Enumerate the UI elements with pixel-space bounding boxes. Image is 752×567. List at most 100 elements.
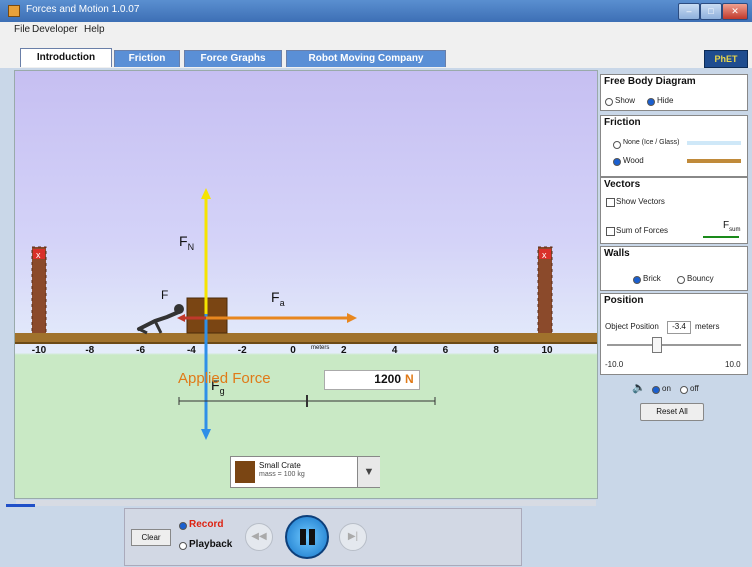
rewind-icon[interactable]: ◀◀: [245, 523, 273, 551]
object-selector[interactable]: Small Crate mass = 100 kg ▼: [230, 456, 380, 488]
pause-icon: [300, 529, 306, 545]
record-radio[interactable]: [179, 522, 187, 530]
reset-all-button[interactable]: Reset All: [640, 403, 704, 421]
axis-tick-label: -4: [187, 345, 196, 356]
position-slider-track[interactable]: [607, 344, 741, 346]
friction-ice-label: None (Ice / Glass): [623, 139, 680, 146]
fbd-show-label: Show: [615, 96, 636, 105]
show-vectors-label: Show Vectors: [616, 197, 665, 206]
free-body-diagram-panel: Free Body Diagram Show Hide: [600, 74, 748, 111]
menu-bar: File Developer Help: [0, 22, 752, 38]
sound-off-label: off: [690, 384, 699, 393]
tab-robot-moving-company[interactable]: Robot Moving Company: [286, 50, 446, 67]
step-icon[interactable]: ▶|: [339, 523, 367, 551]
fbd-show-radio[interactable]: [605, 98, 613, 106]
sum-of-forces-checkbox[interactable]: [606, 227, 615, 236]
ramp-floor: [15, 333, 597, 342]
position-slider-thumb[interactable]: [652, 337, 662, 353]
fbd-hide-radio[interactable]: [647, 98, 655, 106]
sound-off-radio[interactable]: [680, 386, 688, 394]
axis-tick-label: -6: [136, 345, 145, 356]
object-name: Small Crate: [259, 461, 301, 470]
vectors-title: Vectors: [604, 179, 641, 190]
app-icon: [8, 5, 20, 17]
wood-swatch: [687, 159, 741, 163]
fbd-hide-label: Hide: [657, 96, 674, 105]
axis-tick-label: -8: [85, 345, 94, 356]
axis-tick-label: 0: [290, 345, 296, 356]
playback-label: Playback: [189, 539, 233, 550]
sum-arrow-icon: [703, 236, 739, 238]
position-input[interactable]: -3.4: [667, 321, 691, 334]
position-min-label: -10.0: [605, 360, 624, 369]
tab-force-graphs[interactable]: Force Graphs: [184, 50, 282, 67]
friction-ice-radio[interactable]: [613, 141, 621, 149]
minimize-button[interactable]: –: [678, 3, 700, 20]
walls-panel: Walls Brick Bouncy: [600, 246, 748, 291]
friction-wood-label: Wood: [623, 156, 644, 165]
left-brick-wall: x: [31, 246, 47, 336]
axis-tick-label: 6: [443, 345, 449, 356]
axis-unit-label: meters: [311, 345, 330, 351]
walls-bouncy-radio[interactable]: [677, 276, 685, 284]
ice-swatch: [687, 141, 741, 145]
walls-brick-label: Brick: [643, 274, 661, 283]
pause-icon-bar: [309, 529, 315, 545]
chevron-down-icon[interactable]: ▼: [357, 457, 380, 487]
friction-title: Friction: [604, 117, 641, 128]
pusher-figure: [137, 304, 184, 335]
menu-file[interactable]: File: [14, 24, 30, 35]
playback-panel: Clear Record Playback ◀◀ ▶|: [124, 508, 522, 566]
applied-force-field[interactable]: 1200 N: [324, 370, 420, 390]
applied-force-value[interactable]: 1200: [325, 372, 401, 386]
speaker-icon: 🔈: [632, 382, 646, 394]
scene-graphics: x x -10 -8 -6 -4 -2 0 2 4 6 8 10: [15, 188, 597, 440]
axis-tick-label: 8: [493, 345, 499, 356]
walls-brick-radio[interactable]: [633, 276, 641, 284]
sum-force-symbol: Fsum: [723, 220, 741, 233]
applied-force-unit: N: [405, 372, 414, 386]
timeline-progress: [6, 504, 35, 507]
axis-tick-label: -2: [238, 345, 247, 356]
menu-developer[interactable]: Developer: [32, 24, 78, 35]
clear-button[interactable]: Clear: [131, 529, 171, 546]
svg-text:x: x: [36, 250, 41, 260]
normal-force-label: FN: [179, 233, 195, 252]
svg-text:x: x: [542, 250, 547, 260]
axis-tick-label: 2: [341, 345, 347, 356]
position-title: Position: [604, 295, 644, 306]
tab-friction[interactable]: Friction: [114, 50, 180, 67]
tab-bar: Introduction Friction Force Graphs Robot…: [0, 38, 752, 68]
sound-on-radio[interactable]: [652, 386, 660, 394]
record-label: Record: [189, 519, 224, 530]
axis-tick-label: 10: [541, 345, 553, 356]
friction-panel: Friction None (Ice / Glass) Wood: [600, 115, 748, 177]
position-max-label: 10.0: [725, 360, 741, 369]
window-title: Forces and Motion 1.0.07: [26, 4, 140, 15]
walls-title: Walls: [604, 248, 630, 259]
friction-force-label: F: [161, 288, 169, 302]
walls-bouncy-label: Bouncy: [687, 274, 714, 283]
pause-button[interactable]: [285, 515, 329, 559]
menu-help[interactable]: Help: [84, 24, 105, 35]
vectors-panel: Vectors Show Vectors Sum of Forces Fsum: [600, 177, 748, 244]
position-panel: Position Object Position -3.4 meters -10…: [600, 293, 748, 375]
timeline-track[interactable]: [16, 500, 596, 506]
close-button[interactable]: ✕: [722, 3, 748, 20]
right-brick-wall: x: [537, 246, 553, 336]
show-vectors-checkbox[interactable]: [606, 198, 615, 207]
crate-thumbnail: [235, 461, 255, 483]
simulation-canvas[interactable]: x x -10 -8 -6 -4 -2 0 2 4 6 8 10 FN Fa F…: [14, 70, 598, 499]
playback-radio[interactable]: [179, 542, 187, 550]
tab-introduction[interactable]: Introduction: [20, 48, 112, 67]
sound-on-label: on: [662, 384, 671, 393]
position-axis: -10 -8 -6 -4 -2 0 2 4 6 8 10: [32, 345, 553, 356]
fbd-title: Free Body Diagram: [604, 76, 696, 87]
object-detail: mass = 100 kg: [259, 471, 305, 478]
object-position-label: Object Position: [605, 322, 659, 331]
friction-wood-radio[interactable]: [613, 158, 621, 166]
maximize-button[interactable]: □: [700, 3, 722, 20]
axis-tick-label: -10: [32, 345, 47, 356]
phet-logo[interactable]: PhET: [704, 50, 748, 68]
applied-force-vector-label: Fa: [271, 289, 285, 308]
